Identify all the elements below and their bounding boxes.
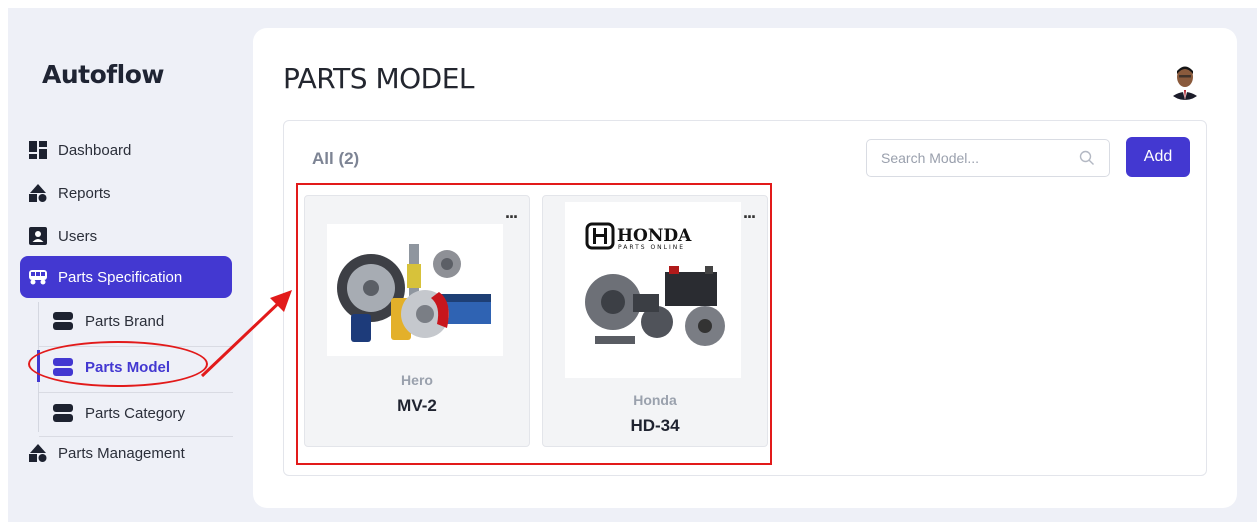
shapes-icon	[28, 183, 48, 203]
avatar[interactable]	[1165, 60, 1205, 100]
honda-logo-subtext: PARTS ONLINE	[618, 244, 685, 251]
brand-name: Honda	[633, 392, 677, 408]
model-image: HONDA PARTS ONLINE	[565, 202, 741, 378]
annotation-box: ... Hero MV-2 ... HONDA PARTS ONLINE Hon…	[296, 183, 772, 465]
sidebar: Autoflow Dashboard Reports Users Parts S…	[8, 8, 248, 522]
stack-icon	[53, 312, 73, 330]
sidebar-item-label: Parts Specification	[58, 268, 183, 286]
app-logo[interactable]: Autoflow	[42, 60, 165, 89]
honda-logo-text: HONDA	[617, 226, 692, 246]
submenu-item-parts-category[interactable]: Parts Category	[53, 398, 185, 428]
stack-icon	[53, 404, 73, 422]
sidebar-item-parts-management[interactable]: Parts Management	[28, 438, 185, 468]
sidebar-item-users[interactable]: Users	[28, 221, 97, 251]
sidebar-item-label: Users	[58, 227, 98, 245]
annotation-ellipse	[28, 341, 208, 387]
model-name: MV-2	[397, 396, 437, 415]
filter-all-label[interactable]: All (2)	[312, 149, 359, 169]
divider	[39, 436, 233, 437]
sidebar-item-dashboard[interactable]: Dashboard	[28, 135, 131, 165]
shapes-icon	[28, 443, 48, 463]
submenu-item-label: Parts Category	[85, 404, 186, 422]
user-card-icon	[28, 226, 48, 246]
main-content: PARTS MODEL All (2) Add	[253, 28, 1237, 508]
brand-name: Hero	[401, 372, 433, 388]
sidebar-item-label: Parts Management	[58, 444, 185, 462]
model-card[interactable]: ... HONDA PARTS ONLINE Honda HD-34	[542, 195, 768, 447]
model-image	[327, 224, 503, 356]
search-input[interactable]	[867, 140, 1067, 176]
add-button[interactable]: Add	[1126, 137, 1190, 177]
search-box	[866, 139, 1110, 177]
app-root: Autoflow Dashboard Reports Users Parts S…	[8, 8, 1257, 522]
more-options-icon[interactable]: ...	[505, 202, 518, 223]
grid-icon	[28, 140, 48, 160]
model-card[interactable]: ... Hero MV-2	[304, 195, 530, 447]
more-options-icon[interactable]: ...	[743, 202, 756, 223]
submenu-item-label: Parts Brand	[85, 312, 165, 330]
divider	[39, 392, 233, 393]
sidebar-item-reports[interactable]: Reports	[28, 178, 111, 208]
van-icon	[28, 267, 48, 287]
sidebar-item-label: Reports	[58, 184, 111, 202]
models-panel: All (2) Add ...	[283, 120, 1207, 476]
page-title: PARTS MODEL	[283, 62, 475, 95]
search-icon[interactable]	[1079, 150, 1095, 171]
sidebar-item-label: Dashboard	[58, 141, 132, 159]
annotation-arrow	[200, 290, 292, 378]
submenu-item-parts-brand[interactable]: Parts Brand	[53, 306, 164, 336]
model-name: HD-34	[630, 416, 680, 435]
